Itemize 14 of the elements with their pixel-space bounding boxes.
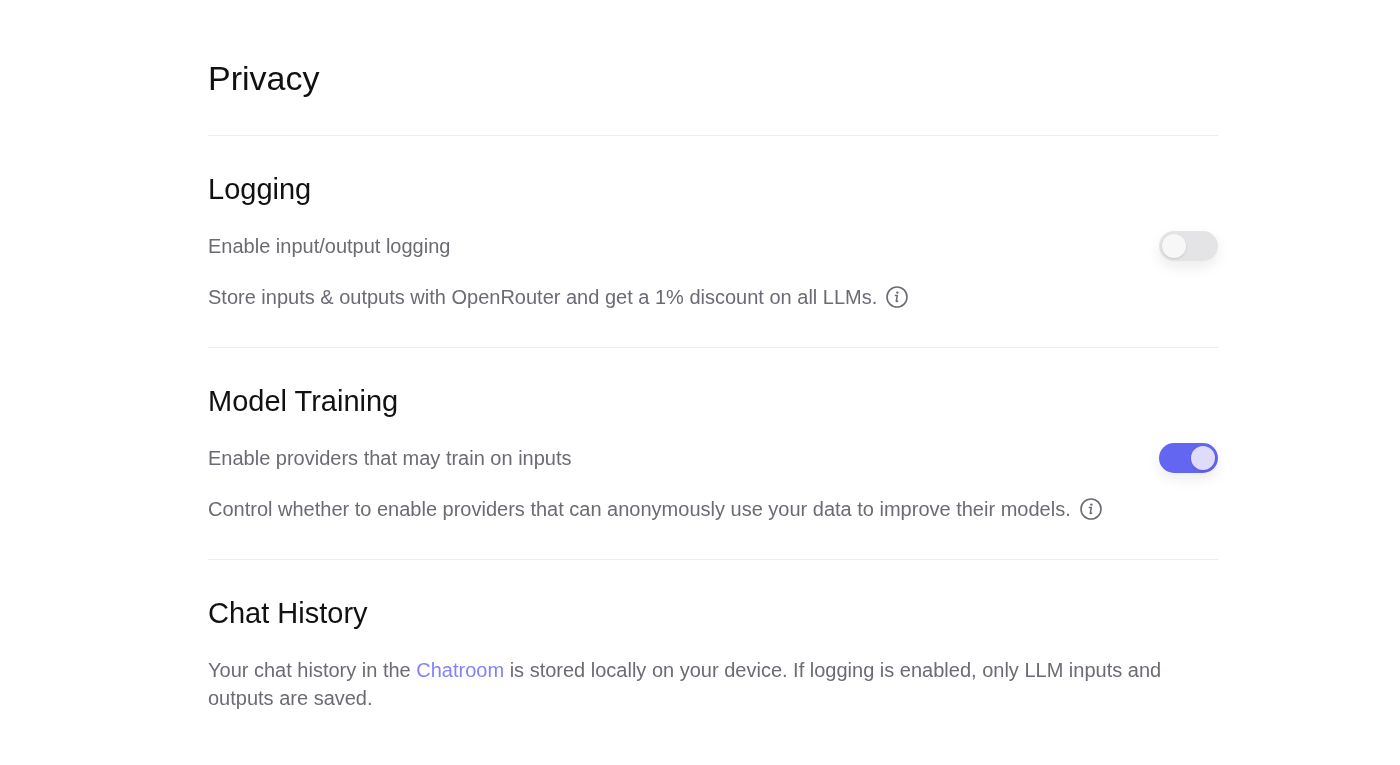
- setting-description: Control whether to enable providers that can anonymously use your data to improve their models.: [208, 497, 1071, 522]
- section-heading: Model Training: [208, 385, 400, 417]
- setting-label: Enable providers that may train on inputs: [208, 446, 572, 471]
- section-paragraph: Your chat history in the Chatroom is stored locally on your device. If logging is enabled, only LLM inputs and outputs are saved.: [208, 658, 1163, 711]
- info-icon[interactable]: [886, 286, 909, 308]
- toggle-switch[interactable]: [1159, 231, 1218, 261]
- section-heading: Chat History: [208, 597, 369, 629]
- info-icon[interactable]: [1079, 498, 1102, 520]
- page-title: Privacy: [208, 58, 321, 98]
- section-heading: Logging: [208, 173, 313, 205]
- setting-label: Enable input/output logging: [208, 234, 451, 259]
- toggle-switch[interactable]: [1159, 443, 1218, 473]
- setting-description: Store inputs & outputs with OpenRouter and get a 1% discount on all LLMs.: [208, 285, 878, 310]
- chatroom-link[interactable]: Chatroom: [416, 659, 505, 681]
